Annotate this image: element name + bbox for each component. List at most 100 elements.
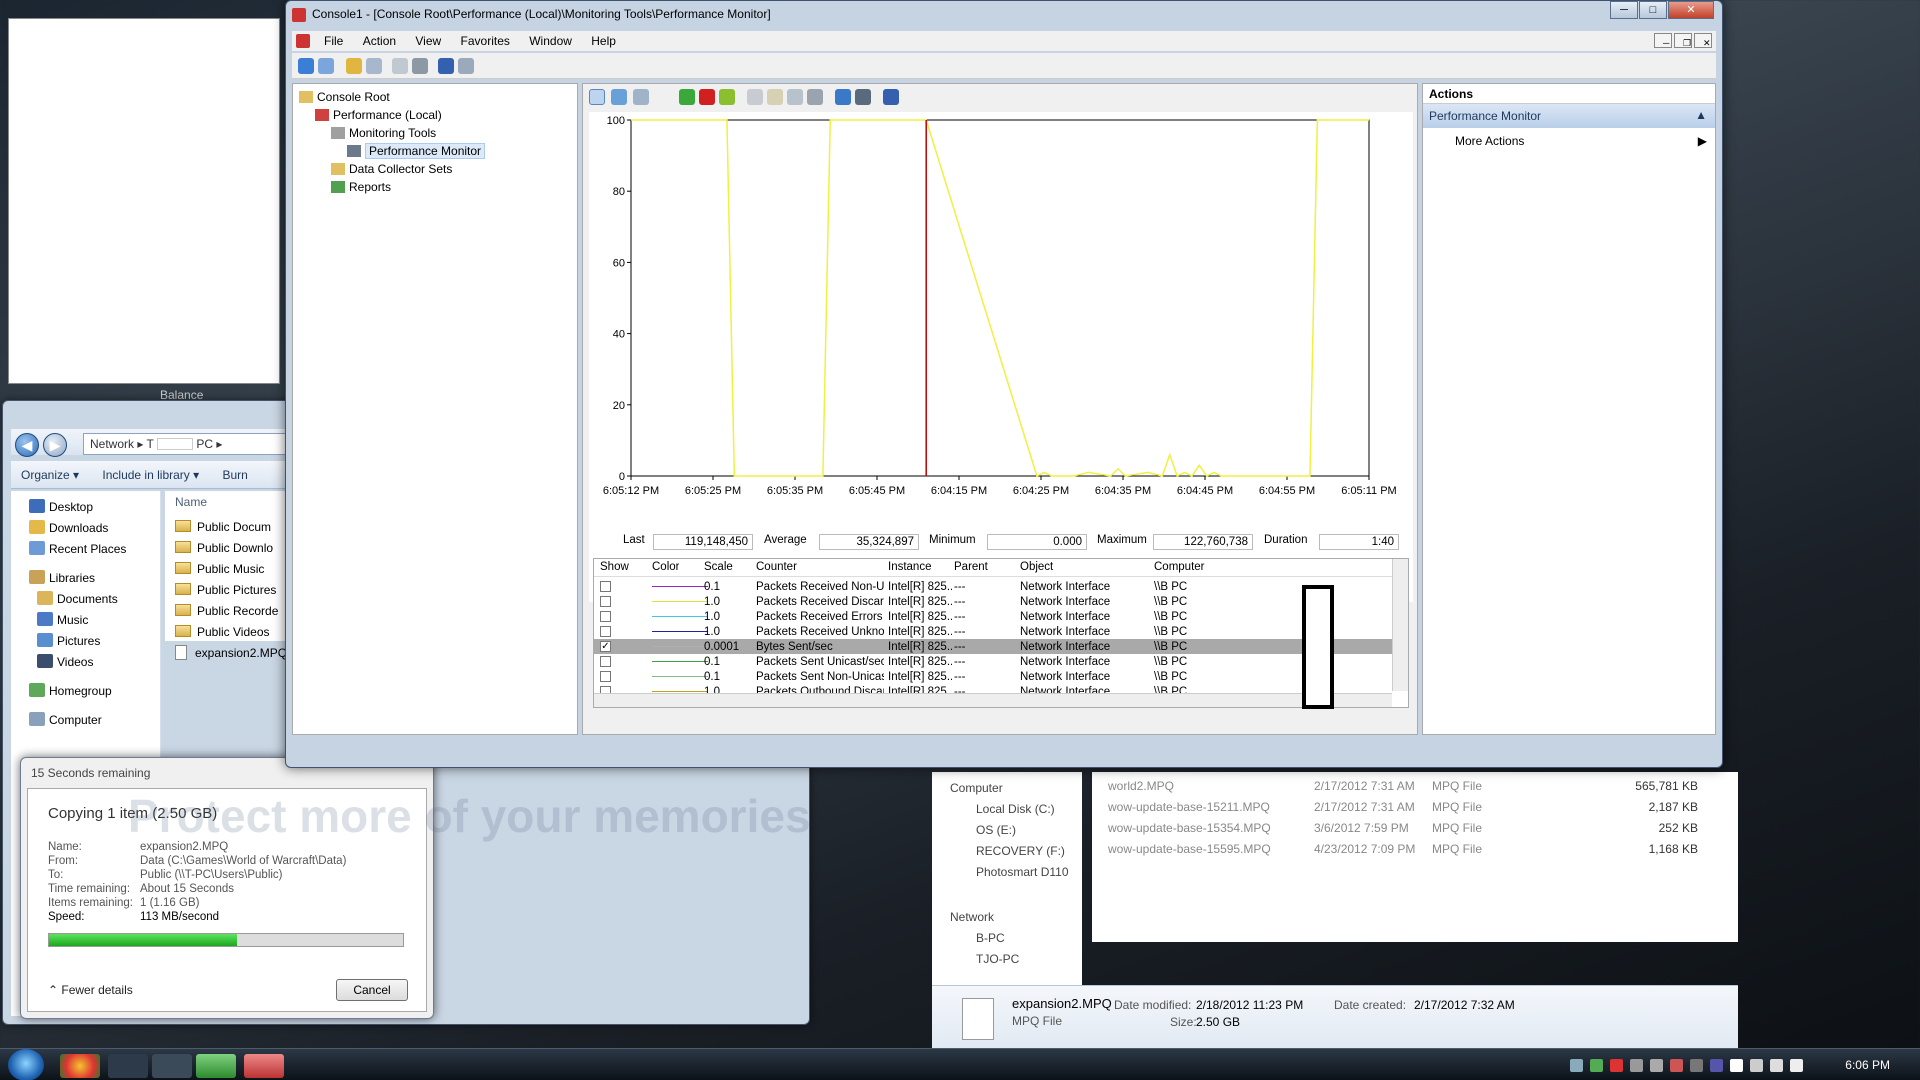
- tray-icon-1[interactable]: [1570, 1059, 1583, 1072]
- nav-item[interactable]: Libraries: [29, 568, 160, 589]
- menu-favorites[interactable]: Favorites: [453, 31, 518, 51]
- change-graph-type-icon[interactable]: [633, 89, 649, 105]
- tree-node[interactable]: Data Collector Sets: [299, 160, 577, 178]
- menu-file[interactable]: File: [316, 31, 351, 51]
- show-checkbox[interactable]: [600, 611, 611, 622]
- nav-item[interactable]: RECOVERY (F:): [950, 841, 1082, 862]
- copy-properties-icon[interactable]: [747, 89, 763, 105]
- action-center-icon[interactable]: [1750, 1059, 1763, 1072]
- properties-icon[interactable]: [787, 89, 803, 105]
- show-checkbox[interactable]: [600, 656, 611, 667]
- file-row[interactable]: wow-update-base-15354.MPQ 3/6/2012 7:59 P…: [1102, 818, 1738, 839]
- highlight-icon[interactable]: [719, 89, 735, 105]
- print-icon[interactable]: [412, 58, 428, 74]
- tree-node[interactable]: Monitoring Tools: [299, 124, 577, 142]
- legend-row[interactable]: 1.0 Packets Received Unknown Intel[R] 825.…: [594, 624, 1392, 639]
- legend-row[interactable]: 1.0 Packets Received Discarded Intel[R] 82…: [594, 594, 1392, 609]
- show-hide-tree-icon[interactable]: [366, 58, 382, 74]
- collapse-icon[interactable]: ▲: [1695, 108, 1707, 122]
- clock[interactable]: 6:06 PM: [1845, 1058, 1890, 1072]
- nav-item[interactable]: OS (E:): [950, 820, 1082, 841]
- legend-column-header[interactable]: Color: [652, 561, 679, 573]
- up-folder-icon[interactable]: [346, 58, 362, 74]
- volume-icon[interactable]: [1790, 1059, 1803, 1072]
- show-checkbox[interactable]: ✓: [600, 641, 611, 652]
- burn-button[interactable]: Burn: [212, 461, 257, 489]
- legend-row[interactable]: ✓ 0.0001 Bytes Sent/sec Intel[R] 825... --- N…: [594, 639, 1392, 654]
- legend-column-header[interactable]: Parent: [954, 561, 988, 573]
- forward-arrow-icon[interactable]: [318, 58, 334, 74]
- update-data-icon[interactable]: [855, 89, 871, 105]
- delete-counter-icon[interactable]: [699, 89, 715, 105]
- view-log-data-icon[interactable]: [611, 89, 627, 105]
- legend-vertical-scrollbar[interactable]: [1392, 559, 1408, 691]
- mdi-restore-button[interactable]: ❐: [1674, 33, 1692, 48]
- menu-help[interactable]: Help: [583, 31, 624, 51]
- properties-icon[interactable]: [458, 58, 474, 74]
- menu-window[interactable]: Window: [521, 31, 580, 51]
- menu-view[interactable]: View: [407, 31, 449, 51]
- tray-icon-4[interactable]: [1630, 1059, 1643, 1072]
- nav-item[interactable]: Photosmart D110: [950, 862, 1082, 883]
- include-in-library-button[interactable]: Include in library ▾: [92, 461, 209, 489]
- network-icon[interactable]: [1770, 1059, 1783, 1072]
- tray-icon-6[interactable]: [1670, 1059, 1683, 1072]
- breadcrumb-network[interactable]: Network: [90, 437, 134, 451]
- nav-item[interactable]: Pictures: [29, 631, 160, 652]
- back-arrow-icon[interactable]: [298, 58, 314, 74]
- legend-row[interactable]: 0.1 Packets Received Non-Unic... Intel[R] …: [594, 579, 1392, 594]
- nav-item[interactable]: Desktop: [29, 497, 160, 518]
- tray-icon-5[interactable]: [1650, 1059, 1663, 1072]
- nav-item[interactable]: Computer: [29, 710, 160, 731]
- show-checkbox[interactable]: [600, 581, 611, 592]
- tray-icon-3[interactable]: [1610, 1059, 1623, 1072]
- fewer-details-button[interactable]: ⌃ Fewer details: [48, 983, 133, 997]
- tree-node[interactable]: Performance Monitor: [299, 142, 577, 160]
- view-current-activity-icon[interactable]: [589, 89, 605, 105]
- menu-action[interactable]: Action: [355, 31, 404, 51]
- legend-column-header[interactable]: Computer: [1154, 561, 1205, 573]
- file-row[interactable]: world2.MPQ 2/17/2012 7:31 AM MPQ File 565,7…: [1102, 776, 1738, 797]
- zoom-icon[interactable]: [807, 89, 823, 105]
- file-row[interactable]: wow-update-base-15595.MPQ 4/23/2012 7:09 …: [1102, 839, 1738, 860]
- nav-item[interactable]: B-PC: [950, 928, 1082, 949]
- nav-item[interactable]: Homegroup: [29, 681, 160, 702]
- nav-item[interactable]: Computer: [950, 778, 1082, 799]
- legend-column-header[interactable]: Counter: [756, 561, 797, 573]
- forward-icon[interactable]: ▶: [43, 433, 67, 457]
- tray-icon-7[interactable]: [1690, 1059, 1703, 1072]
- nav-item[interactable]: Music: [29, 610, 160, 631]
- legend-column-header[interactable]: Instance: [888, 561, 931, 573]
- tray-icon-2[interactable]: [1590, 1059, 1603, 1072]
- maximize-button[interactable]: □: [1639, 1, 1667, 19]
- back-icon[interactable]: ◀: [15, 433, 39, 457]
- mdi-minimize-button[interactable]: ─: [1654, 33, 1672, 48]
- nav-item[interactable]: Documents: [29, 589, 160, 610]
- tree-node[interactable]: Reports: [299, 178, 577, 196]
- breadcrumb-pc[interactable]: PC: [196, 437, 213, 451]
- nav-item[interactable]: Downloads: [29, 518, 160, 539]
- legend-column-header[interactable]: Scale: [704, 561, 733, 573]
- actions-section-performance-monitor[interactable]: Performance Monitor ▲: [1423, 104, 1715, 128]
- start-button[interactable]: [8, 1049, 44, 1080]
- breadcrumb-host[interactable]: T: [147, 437, 154, 451]
- chrome-taskbar-icon[interactable]: [60, 1054, 100, 1078]
- help-icon[interactable]: [883, 89, 899, 105]
- minimize-button[interactable]: ─: [1610, 1, 1638, 19]
- nav-item[interactable]: Network: [950, 907, 1082, 928]
- legend-column-header[interactable]: Object: [1020, 561, 1053, 573]
- breadcrumb[interactable]: Network ▸ T PC ▸: [83, 433, 293, 455]
- nav-item[interactable]: Local Disk (C:): [950, 799, 1082, 820]
- show-checkbox[interactable]: [600, 626, 611, 637]
- legend-row[interactable]: 0.1 Packets Sent Non-Unicast/... Intel[R] …: [594, 669, 1392, 684]
- taskbar-icon-2[interactable]: [108, 1054, 148, 1078]
- show-checkbox[interactable]: [600, 596, 611, 607]
- mmc-taskbar-icon[interactable]: [244, 1054, 284, 1078]
- tray-icon-9[interactable]: [1730, 1059, 1743, 1072]
- legend-horizontal-scrollbar[interactable]: [594, 693, 1392, 707]
- more-actions-item[interactable]: More Actions ▶: [1423, 128, 1715, 148]
- nav-item[interactable]: Recent Places: [29, 539, 160, 560]
- show-checkbox[interactable]: [600, 671, 611, 682]
- taskbar-icon-3[interactable]: [152, 1054, 192, 1078]
- nav-item[interactable]: TJO-PC: [950, 949, 1082, 970]
